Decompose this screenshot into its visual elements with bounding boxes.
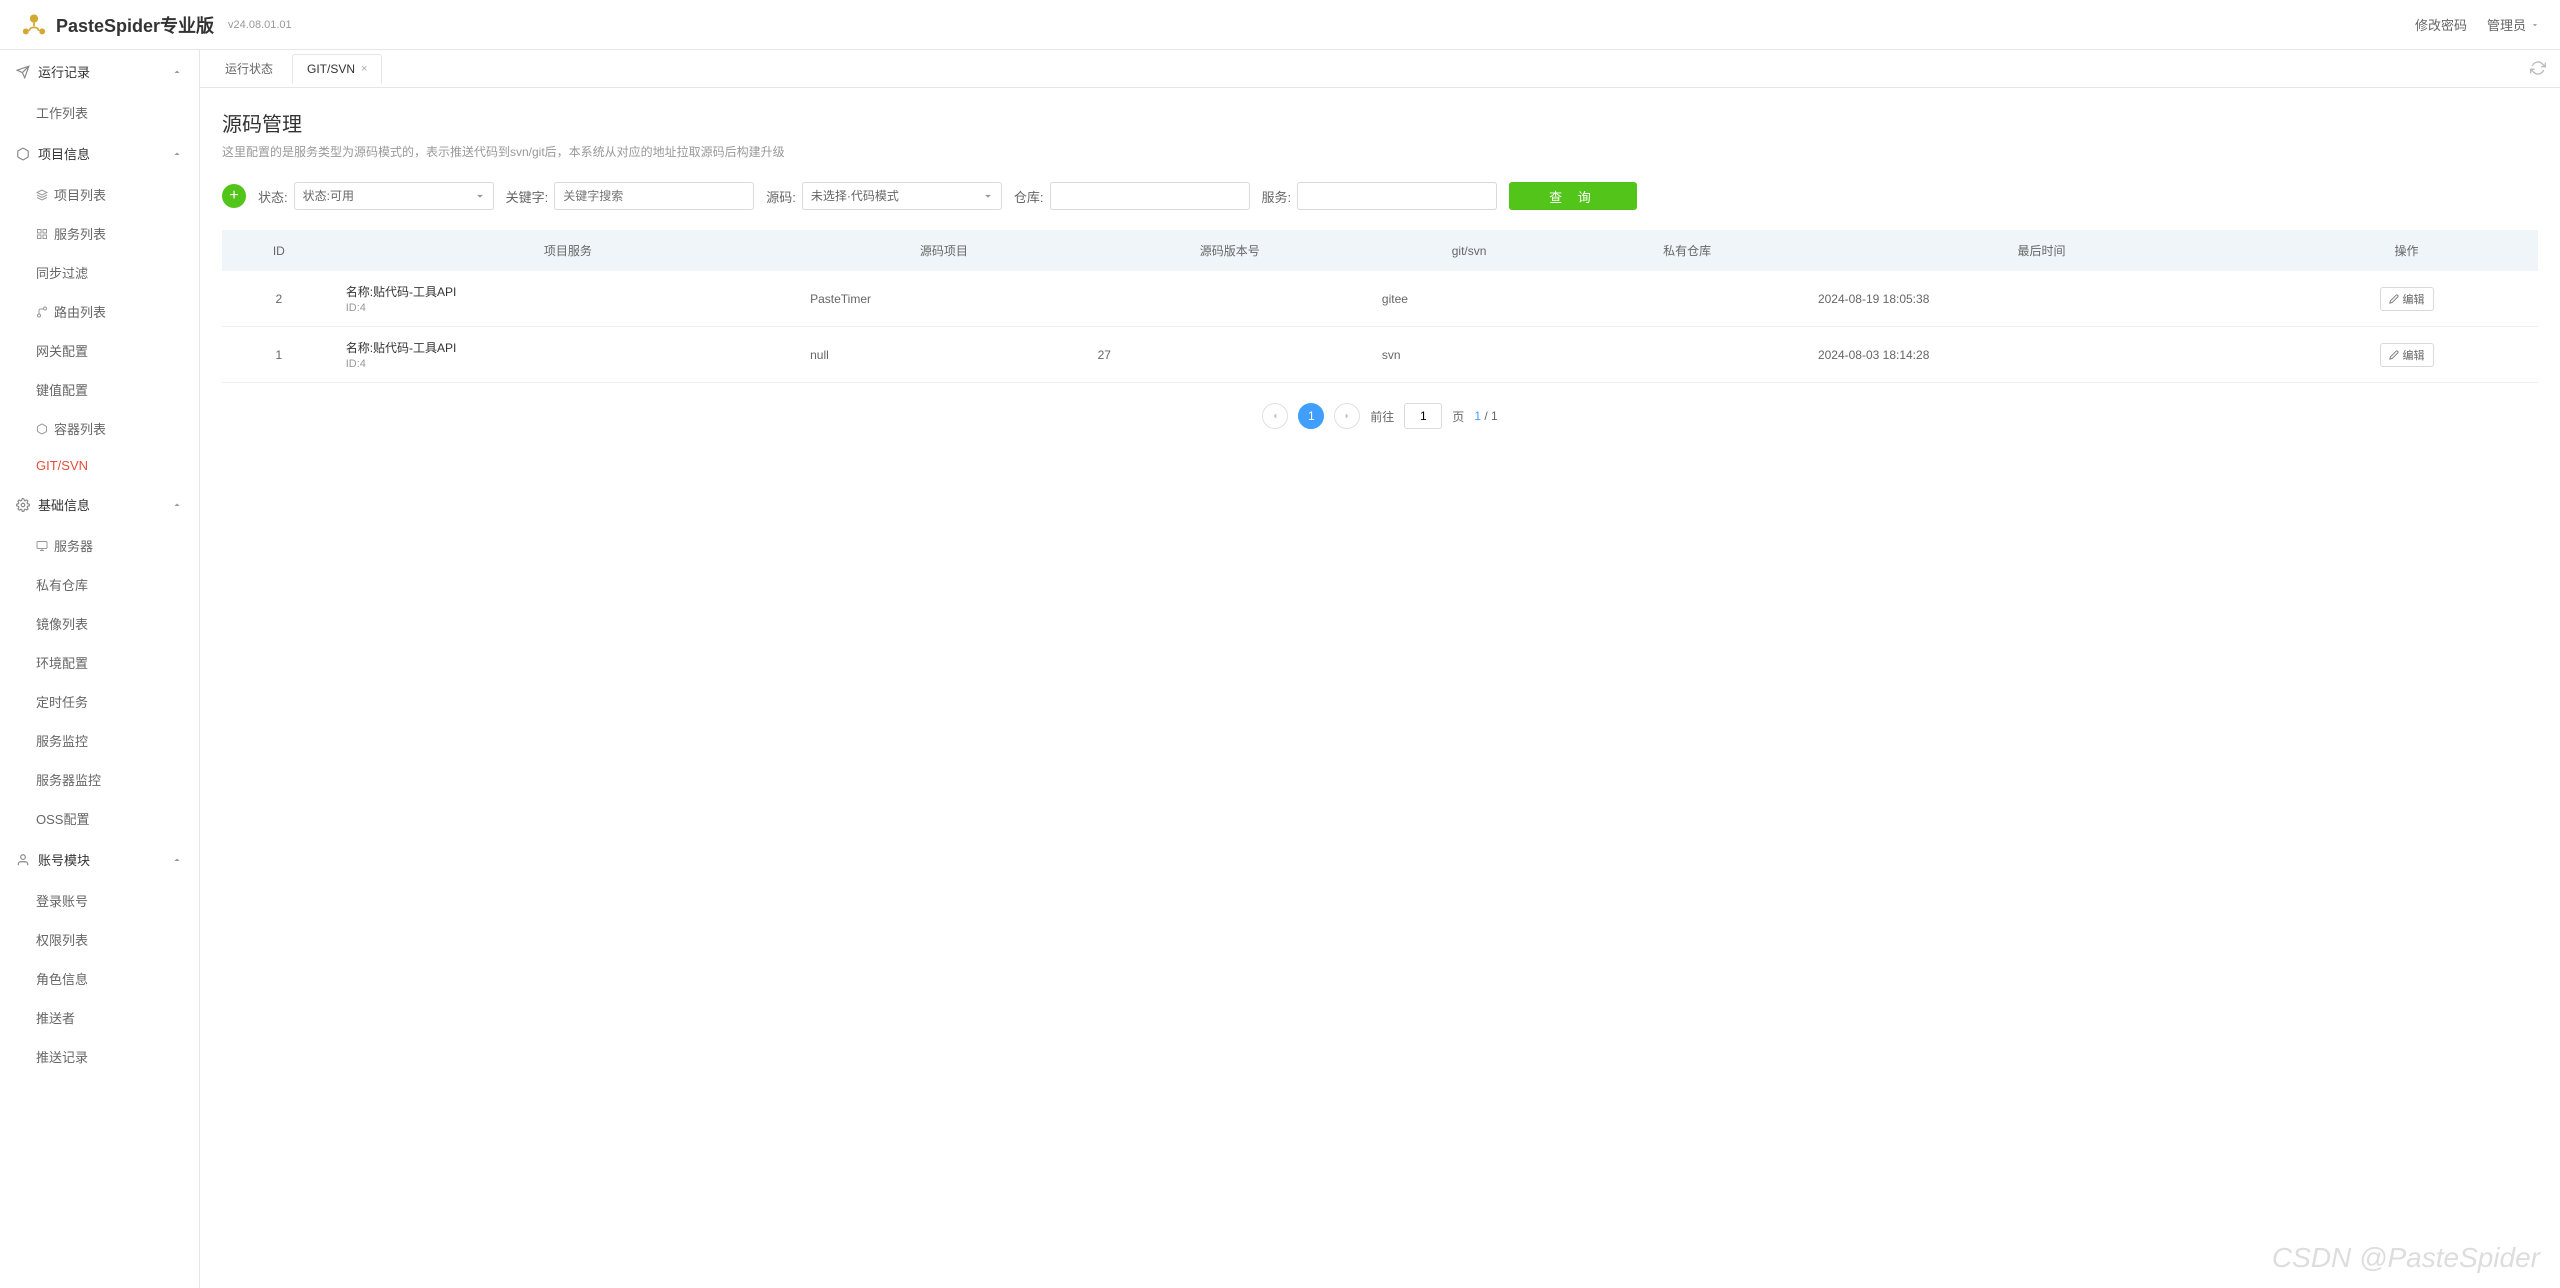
edit-button[interactable]: 编辑 bbox=[2380, 343, 2434, 367]
main-area: 运行状态GIT/SVN× 源码管理 这里配置的是服务类型为源码模式的，表示推送代… bbox=[200, 50, 2560, 1288]
page-header: 源码管理 这里配置的是服务类型为源码模式的，表示推送代码到svn/git后，本系… bbox=[200, 88, 2560, 174]
sidebar-item[interactable]: 容器列表 bbox=[0, 409, 199, 448]
send-icon bbox=[16, 65, 30, 79]
sidebar-item[interactable]: 权限列表 bbox=[0, 920, 199, 959]
layers-icon bbox=[36, 189, 48, 201]
nav-group-header[interactable]: 账号模块 bbox=[0, 838, 199, 881]
cube-icon bbox=[16, 147, 30, 161]
route-icon bbox=[36, 306, 48, 318]
page-input[interactable] bbox=[1404, 403, 1442, 429]
table-row: 2 名称:贴代码-工具APIID:4 PasteTimer gitee 2024… bbox=[222, 271, 2538, 327]
pencil-icon bbox=[2389, 350, 2399, 360]
edit-button[interactable]: 编辑 bbox=[2380, 287, 2434, 311]
sidebar-item[interactable]: 网关配置 bbox=[0, 331, 199, 370]
nav-group-header[interactable]: 运行记录 bbox=[0, 50, 199, 93]
sidebar-item[interactable]: 服务器 bbox=[0, 526, 199, 565]
monitor-icon bbox=[36, 540, 48, 552]
sidebar-item[interactable]: 推送记录 bbox=[0, 1037, 199, 1076]
sidebar-item[interactable]: 路由列表 bbox=[0, 292, 199, 331]
table-column-header: 源码项目 bbox=[800, 230, 1088, 271]
sidebar-item[interactable]: 私有仓库 bbox=[0, 565, 199, 604]
chevron-up-icon bbox=[171, 148, 183, 160]
sidebar-item[interactable]: GIT/SVN bbox=[0, 448, 199, 483]
sidebar-item[interactable]: 工作列表 bbox=[0, 93, 199, 132]
page-suffix: 页 bbox=[1452, 408, 1464, 425]
nav-group-header[interactable]: 项目信息 bbox=[0, 132, 199, 175]
grid-icon bbox=[36, 228, 48, 240]
header-right: 修改密码 管理员 bbox=[2415, 15, 2540, 34]
refresh-icon[interactable] bbox=[2530, 60, 2546, 79]
chevron-up-icon bbox=[171, 499, 183, 511]
service-label: 服务: bbox=[1262, 187, 1292, 206]
sidebar-item[interactable]: 推送者 bbox=[0, 998, 199, 1037]
data-table: ID项目服务源码项目源码版本号git/svn私有仓库最后时间操作 2 名称:贴代… bbox=[222, 230, 2538, 383]
change-password-link[interactable]: 修改密码 bbox=[2415, 15, 2467, 34]
table-column-header: git/svn bbox=[1372, 230, 1566, 271]
table-header-row: ID项目服务源码项目源码版本号git/svn私有仓库最后时间操作 bbox=[222, 230, 2538, 271]
repo-input[interactable] bbox=[1050, 182, 1250, 210]
box-icon bbox=[36, 423, 48, 435]
sidebar-item[interactable]: 定时任务 bbox=[0, 682, 199, 721]
tab[interactable]: GIT/SVN× bbox=[292, 54, 382, 84]
tabs-bar: 运行状态GIT/SVN× bbox=[200, 50, 2560, 88]
page-next-button[interactable] bbox=[1334, 403, 1360, 429]
admin-label: 管理员 bbox=[2487, 15, 2526, 34]
nav-group-header[interactable]: 基础信息 bbox=[0, 483, 199, 526]
service-input[interactable] bbox=[1297, 182, 1497, 210]
admin-dropdown[interactable]: 管理员 bbox=[2487, 15, 2540, 34]
logo-area: PasteSpider专业版 v24.08.01.01 bbox=[20, 11, 292, 39]
brand-name: PasteSpider专业版 bbox=[56, 12, 214, 38]
table-column-header: ID bbox=[222, 230, 336, 271]
page-description: 这里配置的是服务类型为源码模式的，表示推送代码到svn/git后，本系统从对应的… bbox=[222, 143, 2538, 160]
sidebar-item[interactable]: 角色信息 bbox=[0, 959, 199, 998]
sidebar-item[interactable]: 同步过滤 bbox=[0, 253, 199, 292]
sidebar-item[interactable]: 环境配置 bbox=[0, 643, 199, 682]
goto-label: 前往 bbox=[1370, 408, 1394, 425]
chevron-down-icon bbox=[2530, 20, 2540, 30]
table-column-header: 最后时间 bbox=[1808, 230, 2275, 271]
page-title: 源码管理 bbox=[222, 108, 2538, 137]
gear-icon bbox=[16, 498, 30, 512]
pagination: 1 前往 页 1 / 1 bbox=[200, 383, 2560, 449]
repo-label: 仓库: bbox=[1014, 187, 1044, 206]
add-button[interactable]: + bbox=[222, 184, 246, 208]
content: 源码管理 这里配置的是服务类型为源码模式的，表示推送代码到svn/git后，本系… bbox=[200, 88, 2560, 1288]
page-info: 1 / 1 bbox=[1474, 409, 1497, 423]
sidebar-item[interactable]: 服务监控 bbox=[0, 721, 199, 760]
page-prev-button[interactable] bbox=[1262, 403, 1288, 429]
table-body: 2 名称:贴代码-工具APIID:4 PasteTimer gitee 2024… bbox=[222, 271, 2538, 383]
source-select[interactable]: 未选择·代码模式 bbox=[802, 182, 1002, 210]
table-column-header: 项目服务 bbox=[336, 230, 800, 271]
source-label: 源码: bbox=[766, 187, 796, 206]
chevron-up-icon bbox=[171, 854, 183, 866]
sidebar-item[interactable]: OSS配置 bbox=[0, 799, 199, 838]
sidebar-item[interactable]: 服务器监控 bbox=[0, 760, 199, 799]
sidebar: 运行记录工作列表项目信息项目列表服务列表同步过滤路由列表网关配置键值配置容器列表… bbox=[0, 50, 200, 1288]
keyword-label: 关键字: bbox=[506, 187, 549, 206]
status-label: 状态: bbox=[258, 187, 288, 206]
table-column-header: 私有仓库 bbox=[1566, 230, 1808, 271]
tab[interactable]: 运行状态 bbox=[210, 52, 288, 85]
sidebar-item[interactable]: 登录账号 bbox=[0, 881, 199, 920]
status-select[interactable]: 状态:可用 bbox=[294, 182, 494, 210]
close-icon[interactable]: × bbox=[361, 63, 367, 75]
sidebar-item[interactable]: 键值配置 bbox=[0, 370, 199, 409]
version-text: v24.08.01.01 bbox=[228, 19, 292, 31]
sidebar-item[interactable]: 镜像列表 bbox=[0, 604, 199, 643]
keyword-input[interactable] bbox=[554, 182, 754, 210]
table-column-header: 源码版本号 bbox=[1088, 230, 1372, 271]
top-header: PasteSpider专业版 v24.08.01.01 修改密码 管理员 bbox=[0, 0, 2560, 50]
table-wrap: ID项目服务源码项目源码版本号git/svn私有仓库最后时间操作 2 名称:贴代… bbox=[200, 230, 2560, 383]
user-icon bbox=[16, 853, 30, 867]
search-button[interactable]: 查 询 bbox=[1509, 182, 1637, 210]
sidebar-item[interactable]: 项目列表 bbox=[0, 175, 199, 214]
sidebar-item[interactable]: 服务列表 bbox=[0, 214, 199, 253]
chevron-up-icon bbox=[171, 66, 183, 78]
table-row: 1 名称:贴代码-工具APIID:4 null 27 svn 2024-08-0… bbox=[222, 327, 2538, 383]
page-number-button[interactable]: 1 bbox=[1298, 403, 1324, 429]
pencil-icon bbox=[2389, 294, 2399, 304]
table-column-header: 操作 bbox=[2275, 230, 2538, 271]
logo-icon bbox=[20, 11, 48, 39]
filter-bar: + 状态: 状态:可用 关键字: 源码: 未选择·代码模式 bbox=[200, 174, 2560, 230]
